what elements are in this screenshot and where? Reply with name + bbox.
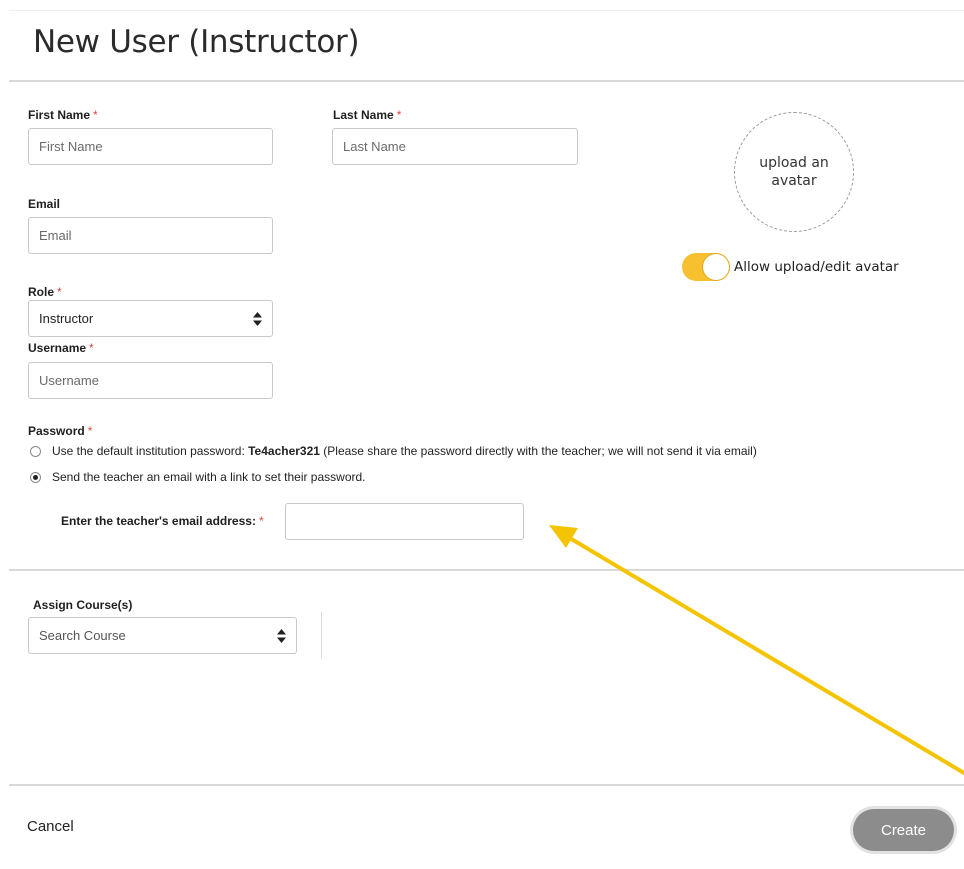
top-border [9, 10, 964, 11]
password-label: Password * [28, 424, 93, 438]
create-button[interactable]: Create [853, 809, 954, 851]
required-mark: * [93, 108, 98, 122]
page-title: New User (Instructor) [33, 24, 360, 60]
section-divider [9, 569, 964, 571]
first-name-label: First Name * [28, 108, 98, 122]
first-name-input[interactable] [28, 128, 273, 165]
sort-arrows-icon [277, 628, 286, 643]
password-option-default[interactable]: Use the default institution password: Te… [30, 444, 757, 458]
required-mark: * [57, 285, 62, 299]
email-label: Email [28, 197, 61, 211]
role-label: Role * [28, 285, 62, 299]
default-password-value: Te4acher321 [248, 444, 320, 458]
required-mark: * [87, 424, 93, 438]
assign-courses-label: Assign Course(s) [33, 598, 133, 612]
required-mark: * [396, 108, 402, 122]
sort-arrows-icon [253, 311, 262, 326]
avatar-upload-text: upload an avatar [759, 155, 829, 189]
last-name-input[interactable] [332, 128, 578, 165]
header-divider [9, 80, 964, 82]
allow-avatar-label: Allow upload/edit avatar [734, 259, 899, 275]
allow-avatar-toggle[interactable] [682, 253, 730, 281]
username-input[interactable] [28, 362, 273, 399]
avatar-upload[interactable]: upload an avatar [734, 112, 854, 232]
teacher-email-label: Enter the teacher's email address: * [61, 514, 264, 528]
username-label: Username * [28, 341, 94, 355]
password-option-default-text: Use the default institution password: Te… [52, 444, 757, 458]
role-select[interactable]: Instructor [28, 300, 273, 337]
teacher-email-input[interactable] [285, 503, 524, 540]
course-search-select[interactable]: Search Course [28, 617, 297, 654]
footer-divider [9, 784, 964, 786]
last-name-label: Last Name * [333, 108, 402, 122]
radio-default-password[interactable] [30, 445, 41, 457]
password-option-email[interactable]: Send the teacher an email with a link to… [30, 470, 366, 484]
required-mark: * [258, 514, 264, 528]
role-select-value: Instructor [39, 311, 94, 326]
password-option-email-text: Send the teacher an email with a link to… [52, 470, 366, 484]
course-panel-separator [321, 612, 322, 658]
course-search-placeholder: Search Course [39, 628, 126, 643]
radio-email-link[interactable] [30, 471, 41, 483]
toggle-knob [703, 254, 729, 280]
cancel-button[interactable]: Cancel [27, 818, 74, 835]
email-input[interactable] [28, 217, 273, 254]
required-mark: * [89, 341, 94, 355]
